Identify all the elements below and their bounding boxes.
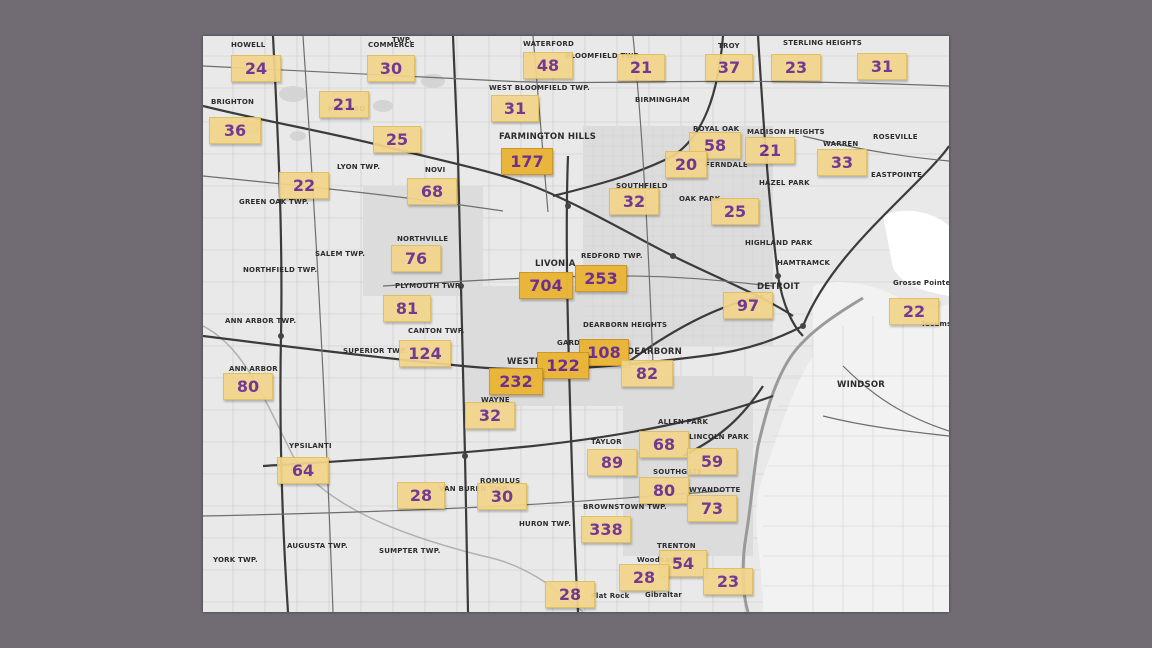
place-label-detroit: DETROIT [757,282,800,292]
place-label-hazel-park: HAZEL PARK [759,179,810,187]
place-label-novi: NOVI [425,166,446,174]
count-badge-milford[interactable]: 21 [319,91,369,118]
place-label-salem-twp: SALEM TWP. [315,250,366,258]
count-badge-allen-park[interactable]: 68 [639,431,689,458]
place-label-ann-arbor: ANN ARBOR [229,365,278,373]
count-badge-novi[interactable]: 68 [407,178,457,205]
count-badge-canton[interactable]: 124 [399,340,451,367]
place-label-ann-arbor-twp: ANN ARBOR TWP. [225,317,297,325]
place-label-trenton: TRENTON [657,542,696,550]
place-label-howell: HOWELL [231,41,266,49]
place-label-northfield-twp: NORTHFIELD TWP. [243,266,318,274]
place-label-eastpointe: EASTPOINTE [871,171,923,179]
place-label-warren: WARREN [823,140,859,148]
place-label-flat-rock: Flat Rock [591,592,630,600]
count-badge-wixom[interactable]: 25 [373,126,421,153]
count-badge-warren[interactable]: 33 [817,149,867,176]
place-label-allen-park: ALLEN PARK [658,418,709,426]
place-label-hamtramck: HAMTRAMCK [777,259,831,267]
count-badge-troy[interactable]: 37 [705,54,753,81]
place-label-dearborn: DEARBORN [627,347,682,357]
count-badge-brownstown[interactable]: 338 [581,516,631,543]
count-badge-waterford[interactable]: 48 [523,52,573,79]
count-badge-taylor[interactable]: 89 [587,449,637,476]
place-label-livonia: LIVONIA [535,259,576,269]
count-badge-lincoln-park[interactable]: 59 [687,448,737,475]
count-badge-clinton-twp[interactable]: 31 [857,53,907,80]
place-label-augusta: AUGUSTA TWP. [287,542,348,550]
count-badge-brighton[interactable]: 36 [209,117,261,144]
place-label-ferndale: FERNDALE [705,161,748,169]
place-label-grosse-pointe: Grosse Pointe [893,279,949,287]
count-badge-southfield[interactable]: 32 [609,188,659,215]
place-label-lincoln-park: LINCOLN PARK [689,433,749,441]
place-label-commerce-twp: TWP. [392,36,412,44]
count-badge-grosse-ile[interactable]: 23 [703,568,753,595]
count-badge-bloomfield[interactable]: 21 [617,54,665,81]
detroit-area-map: HOWELL COMMERCE TWP. WATERFORD BLOOMFIELD TW… [203,36,949,612]
place-label-brighton: BRIGHTON [211,98,255,106]
place-label-plymouth-twp: PLYMOUTH TWP. [395,282,462,290]
count-badge-westland[interactable]: 232 [489,368,543,395]
place-label-northville: NORTHVILLE [397,235,449,243]
place-label-canton-twp: CANTON TWP. [408,327,465,335]
place-label-superior-twp: SUPERIOR TWP. [343,347,408,355]
place-label-redford-twp: REDFORD TWP. [581,252,643,260]
place-label-windsor: WINDSOR [837,380,886,390]
place-label-gibraltar: Gibraltar [645,591,683,599]
count-badge-ypsilanti[interactable]: 64 [277,457,329,484]
count-badge-southgate[interactable]: 80 [639,477,689,504]
count-badge-ferndale[interactable]: 25 [711,198,759,225]
place-label-highland-park: HIGHLAND PARK [745,239,813,247]
count-badge-northville[interactable]: 76 [391,245,441,272]
count-badge-west-bloomfield[interactable]: 31 [491,95,539,122]
place-label-ypsilanti: YPSILANTI [289,442,332,450]
place-label-brownstown: BROWNSTOWN TWP. [583,503,668,511]
place-label-sterling-heights: STERLING HEIGHTS [783,39,862,47]
place-label-taylor: TAYLOR [591,438,622,446]
count-badge-plymouth[interactable]: 81 [383,295,431,322]
count-badge-howell[interactable]: 24 [231,55,281,82]
count-badge-madison-heights[interactable]: 21 [745,137,795,164]
count-badge-wayne[interactable]: 32 [465,402,515,429]
count-badge-livonia[interactable]: 704 [519,272,573,299]
place-label-dearborn-heights: DEARBORN HEIGHTS [583,321,668,329]
count-badge-grosse-pointe[interactable]: 22 [889,298,939,325]
place-label-birmingham: BIRMINGHAM [635,96,690,104]
count-badge-romulus[interactable]: 30 [477,483,527,510]
count-badge-lyon-twp[interactable]: 22 [279,172,329,199]
place-label-huron-twp: HURON TWP. [519,520,572,528]
place-label-west-bloomfield: WEST BLOOMFIELD TWP. [489,84,591,92]
place-label-troy: TROY [718,42,740,50]
count-badge-detroit[interactable]: 97 [723,292,773,319]
place-label-green-oak: GREEN OAK TWP. [239,198,309,206]
place-label-wyandotte: WYANDOTTE [689,486,741,494]
count-badge-garden-city[interactable]: 122 [537,352,589,379]
place-label-roseville: ROSEVILLE [873,133,918,141]
place-label-york: YORK TWP. [213,556,258,564]
count-badge-commerce[interactable]: 30 [367,55,415,82]
count-badge-berkley[interactable]: 20 [665,151,707,178]
place-label-lyon-twp: LYON TWP. [337,163,381,171]
count-badge-sterling-heights[interactable]: 23 [771,54,821,81]
count-badge-redford[interactable]: 253 [575,265,627,292]
count-badge-belleville[interactable]: 28 [397,482,445,509]
place-label-farmington-hills: FARMINGTON HILLS [499,132,597,142]
count-badge-flat-rock[interactable]: 28 [545,581,595,608]
place-label-sumpter: SUMPTER TWP. [379,547,441,555]
count-badge-wyandotte[interactable]: 73 [687,495,737,522]
count-badge-ann-arbor[interactable]: 80 [223,373,273,400]
count-badge-farmington-hills[interactable]: 177 [501,148,553,175]
place-label-madison-heights: MADISON HEIGHTS [747,128,825,136]
map-base [203,36,949,612]
place-label-waterford: WATERFORD [523,40,574,48]
count-badge-dearborn[interactable]: 82 [621,360,673,387]
count-badge-woodhaven[interactable]: 28 [619,564,669,591]
